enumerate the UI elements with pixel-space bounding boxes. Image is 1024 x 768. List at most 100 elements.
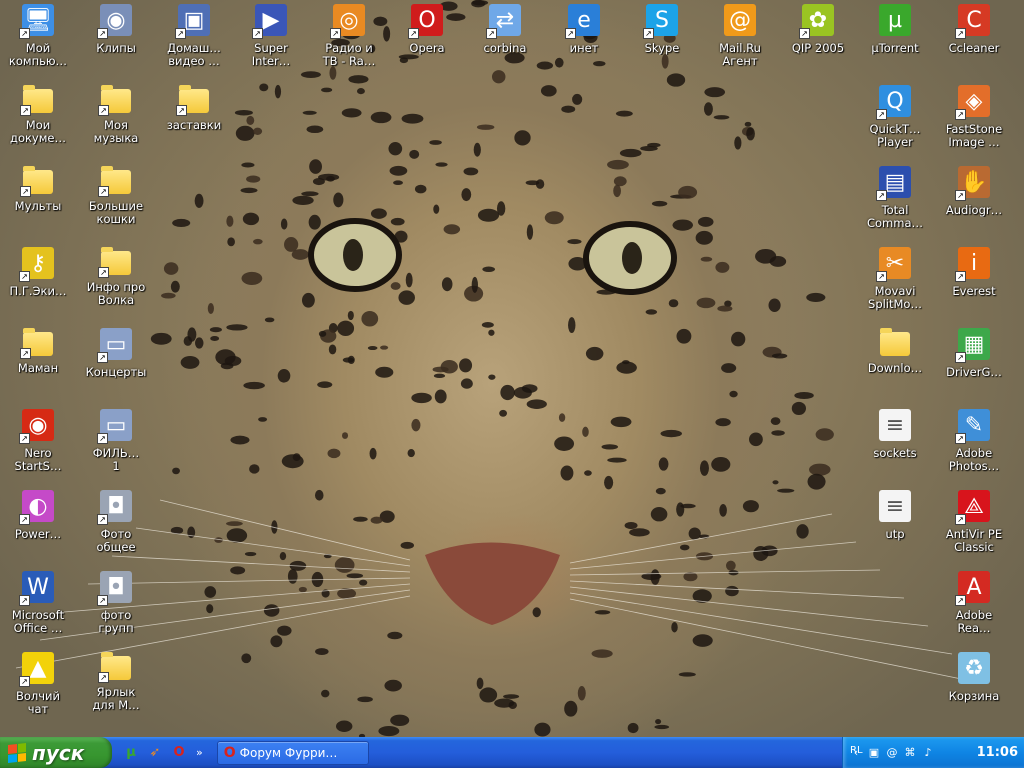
desktop-icon[interactable]: ▦ ↗ DriverG… [936,326,1012,406]
volume-tray-icon[interactable]: ♪ [921,746,935,760]
desktop-icon[interactable]: W ↗ Microsoft Office … [0,569,76,649]
qip-tray-icon[interactable]: @ [885,746,899,760]
shortcut-arrow-icon: ↗ [19,433,30,444]
desktop-icon[interactable]: ◉ ↗ Nero StartS… [0,407,76,487]
powerdvd-icon: ◐ ↗ [19,490,54,525]
language-indicator[interactable]: RL [850,745,863,756]
desktop-icon[interactable]: @ Mail.Ru Агент [702,2,778,82]
desktop-icon-label: Клипы [96,42,136,55]
desktop-icon[interactable]: ≡ sockets [857,407,933,487]
windows-logo-icon [8,742,26,763]
desktop-icon-label: фото групп [98,609,134,635]
desktop-icon-label: Домаш… видео … [167,42,221,68]
shortcut-arrow-icon: ↗ [97,595,108,606]
desktop-icon[interactable]: ↗ Ярлык для М… [78,650,154,730]
movavi-icon: ✂ ↗ [876,247,911,282]
desktop-icon[interactable]: ⟁ ↗ AntiVir PE Classic [936,488,1012,568]
quick-launch-utorrent-icon[interactable]: µ [122,744,140,762]
text-file-icon: ≡ [879,490,911,522]
desktop-icon[interactable]: ♻ Корзина [936,650,1012,730]
desktop-icon[interactable]: ⇄ ↗ corbina [467,2,543,82]
quick-launch-bar: µ ➶ O » [112,737,209,768]
clock[interactable]: 11:06 [977,745,1018,760]
antivir-icon: ⟁ ↗ [955,490,990,525]
desktop-icon-label: Skype [644,42,680,55]
desktop-icon[interactable]: ↗ Маман [0,326,76,406]
desktop-icon[interactable]: ⚷ ↗ П.Г.Эки… [0,245,76,325]
desktop-icon[interactable]: ◉ ↗ Клипы [78,2,154,82]
desktop-icon[interactable]: ◘ ↗ фото групп [78,569,154,649]
desktop-icon[interactable]: Q ↗ QuickT… Player [857,83,933,163]
desktop-icon[interactable]: ↗ Мульты [0,164,76,244]
desktop-icon[interactable]: 🖥 ↗ Мой компью… [0,2,76,82]
desktop-icon-label: Мульты [14,200,62,213]
driver-genius-icon: ▦ ↗ [955,328,990,363]
desktop-icon[interactable]: ◐ ↗ Power… [0,488,76,568]
total-commander-icon: ▤ ↗ [876,166,911,201]
desktop-icon[interactable]: ◈ ↗ FastStone Image … [936,83,1012,163]
desktop-icon-label: Adobe Photos… [948,447,1000,473]
desktop-icon[interactable]: ↗ Большие кошки [78,164,154,244]
shortcut-arrow-icon: ↗ [955,352,966,363]
quick-launch-arrow-app-icon[interactable]: ➶ [146,744,164,762]
desktop-icon[interactable]: O ↗ Opera [389,2,465,82]
desktop-icon-label: utp [885,528,905,541]
desktop-icon[interactable]: ✎ ↗ Adobe Photos… [936,407,1012,487]
desktop-icon[interactable]: ◎ ↗ Радио и ТВ - Ra… [311,2,387,82]
taskbar-window-label: Форум Фурри… [239,745,338,760]
shortcut-arrow-icon: ↗ [955,595,966,606]
ccleaner-icon: C ↗ [955,4,990,39]
shortcut-arrow-icon: ↗ [98,186,109,197]
network-tray-icon[interactable]: ▣ [867,746,881,760]
adobe-reader-icon: A ↗ [955,571,990,606]
shortcut-arrow-icon: ↗ [876,109,887,120]
recycle-bin-icon: ♻ [958,652,990,684]
mail-agent-icon: @ [724,4,756,36]
desktop-icon[interactable]: i ↗ Everest [936,245,1012,325]
desktop-icon[interactable]: e ↗ инет [546,2,622,82]
folder-icon: ↗ [176,85,209,116]
desktop-icon[interactable]: C ↗ Ccleaner [936,2,1012,82]
desktop-icon[interactable]: ▤ ↗ Total Comma… [857,164,933,244]
desktop-icon[interactable]: Downlo… [857,326,933,406]
desktop-icon-label: Большие кошки [88,200,144,226]
desktop-icon[interactable]: ▶ ↗ Super Inter… [233,2,309,82]
video-player-icon: ▶ ↗ [252,4,287,39]
desktop-icon[interactable]: ✿ ↗ QIP 2005 [780,2,856,82]
desktop-icon-label: Microsoft Office … [11,609,65,635]
shortcut-arrow-icon: ↗ [20,348,31,359]
desktop-icon[interactable]: ↗ заставки [156,83,232,163]
desktop-icon[interactable]: ↗ Инфо про Волка [78,245,154,325]
shortcut-arrow-icon: ↗ [97,433,108,444]
quick-launch-opera-icon[interactable]: O [170,744,188,762]
desktop-icon[interactable]: ▲ ↗ Волчий чат [0,650,76,730]
photoshop-icon: ✎ ↗ [955,409,990,444]
taskbar-window-button[interactable]: O Форум Фурри… [216,740,369,765]
desktop-icon-label: Инфо про Волка [86,281,146,307]
desktop-icon[interactable]: ≡ utp [857,488,933,568]
desktop-icon[interactable]: ▭ ↗ Концерты [78,326,154,406]
quick-launch-more-button[interactable]: » [196,746,203,759]
desktop-icon-label: Маман [17,362,59,375]
shortcut-arrow-icon: ↗ [955,271,966,282]
shortcut-arrow-icon: ↗ [97,514,108,525]
text-file-icon: ≡ [879,409,911,441]
desktop-icon[interactable]: ◘ ↗ Фото общее [78,488,154,568]
desktop-icon-label: Концерты [85,366,147,379]
key-icon: ⚷ ↗ [19,247,54,282]
desktop-icon-label: Nero StartS… [14,447,62,473]
desktop-icon[interactable]: ▭ ↗ ФИЛЬ… 1 [78,407,154,487]
desktop-icon[interactable]: ↗ Моя музыка [78,83,154,163]
desktop-icon-label: Корзина [948,690,1000,703]
desktop-icon[interactable]: ✋ ↗ Audiogr… [936,164,1012,244]
desktop-icon[interactable]: A ↗ Adobe Rea… [936,569,1012,649]
device-tray-icon[interactable]: ⌘ [903,746,917,760]
start-button[interactable]: пуск [0,737,112,768]
desktop-icon[interactable]: ▣ ↗ Домаш… видео … [156,2,232,82]
desktop-icon[interactable]: ↗ Мои докуме… [0,83,76,163]
desktop-icon[interactable]: S ↗ Skype [624,2,700,82]
desktop-icon[interactable]: µ µTorrent [857,2,933,82]
desktop-icon[interactable]: ✂ ↗ Movavi SplitMo… [857,245,933,325]
my-computer-icon: 🖥 ↗ [19,4,54,39]
shortcut-arrow-icon: ↗ [98,105,109,116]
